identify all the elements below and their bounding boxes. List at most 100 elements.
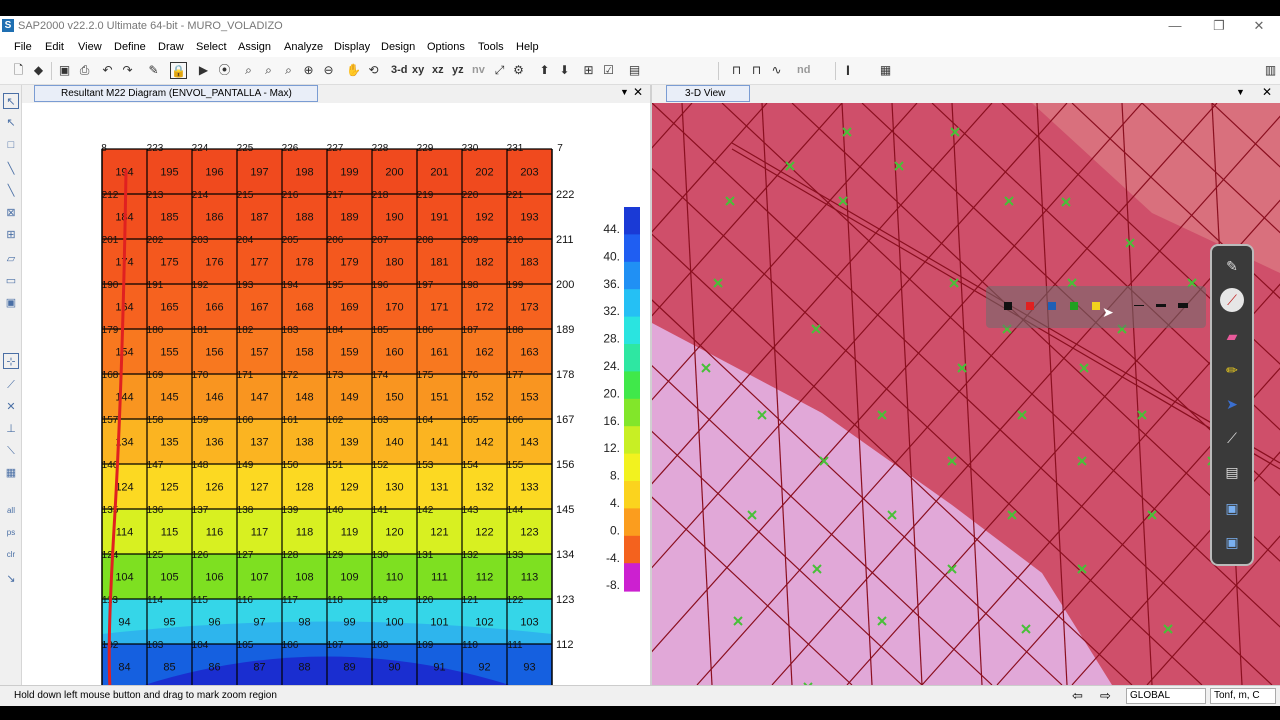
draw-grid-icon[interactable]: ⊞ — [3, 227, 19, 243]
menu-analyze[interactable]: Analyze — [284, 41, 323, 53]
pointer-icon[interactable]: ↖ — [3, 93, 19, 109]
color-swatch-green[interactable] — [1070, 302, 1078, 310]
menu-help[interactable]: Help — [516, 41, 539, 53]
pointer-tool-icon[interactable]: ➤ — [1220, 392, 1244, 416]
check-icon[interactable]: ☑ — [600, 62, 617, 79]
minimize-button[interactable]: — — [1160, 18, 1190, 34]
draw-frames-icon[interactable]: ⊓ — [748, 62, 765, 79]
draw-joint-icon[interactable]: □ — [3, 137, 19, 153]
menu-design[interactable]: Design — [381, 41, 415, 53]
right-pane-dropdown-icon[interactable]: ▼ — [1236, 87, 1245, 97]
previous-select-icon[interactable]: ps — [3, 525, 19, 541]
color-swatch-yellow[interactable] — [1092, 302, 1100, 310]
medium-line-option[interactable] — [1156, 304, 1166, 307]
toolbar-overflow-icon[interactable]: ▥ — [1262, 62, 1279, 79]
open-file-icon[interactable]: ◆ — [30, 62, 47, 79]
zoom-restore-icon[interactable]: ⌕ — [260, 62, 277, 79]
print-icon[interactable]: ⎙ — [76, 62, 93, 79]
menu-assign[interactable]: Assign — [238, 41, 271, 53]
left-pane-dropdown-icon[interactable]: ▼ — [620, 87, 629, 97]
3d-view-pane[interactable] — [652, 103, 1280, 685]
view-nv-button[interactable]: nv — [472, 64, 485, 76]
select-icon[interactable]: ⊹ — [3, 353, 19, 369]
save-icon[interactable]: ▣ — [56, 62, 73, 79]
whiteboard-icon[interactable]: ✎ — [1220, 254, 1244, 278]
close-window-button[interactable]: ✕ — [1244, 18, 1274, 34]
redo-icon[interactable]: ↷ — [119, 62, 136, 79]
menu-select[interactable]: Select — [196, 41, 227, 53]
intersect-icon[interactable]: ✕ — [3, 399, 19, 415]
view-3d-button[interactable]: 3-d — [391, 64, 408, 76]
nd-button[interactable]: nd — [797, 64, 810, 76]
view-xy-button[interactable]: xy — [412, 64, 424, 76]
zoom-window-icon[interactable]: ⌕ — [240, 62, 257, 79]
zoom-in-icon[interactable]: ⊕ — [300, 62, 317, 79]
pan-icon[interactable]: ✋ — [345, 62, 362, 79]
menu-edit[interactable]: Edit — [45, 41, 64, 53]
run-analysis-icon[interactable]: ▶ — [195, 62, 212, 79]
tab-3d-view[interactable]: 3-D View — [666, 85, 750, 102]
menu-view[interactable]: View — [78, 41, 102, 53]
thin-line-option[interactable] — [1134, 305, 1144, 306]
draw-line-icon[interactable]: ╲ — [3, 161, 19, 177]
snap-grid-icon[interactable]: ▦ — [3, 465, 19, 481]
zoom-full-icon[interactable]: ⌕ — [280, 62, 297, 79]
clear-select-icon[interactable]: clr — [3, 547, 19, 563]
previous-arrow-icon[interactable]: ⇦ — [1072, 688, 1083, 704]
run-now-icon[interactable]: ⦿ — [216, 62, 233, 79]
color-swatch-blue[interactable] — [1048, 302, 1056, 310]
m22-diagram-pane[interactable]: 194 195 196 197 198 199 200 201 202 203 212 213 214 2… — [22, 103, 650, 697]
menu-tools[interactable]: Tools — [478, 41, 504, 53]
next-arrow-icon[interactable]: ⇨ — [1100, 688, 1111, 704]
snap-mid-icon[interactable]: ⟍ — [3, 443, 19, 459]
menu-file[interactable]: File — [14, 41, 32, 53]
down-arrow-icon[interactable]: ⬇ — [556, 62, 573, 79]
up-arrow-icon[interactable]: ⬆ — [536, 62, 553, 79]
draw-rect-icon[interactable]: ▭ — [3, 273, 19, 289]
screen-capture-icon[interactable]: ▣ — [1220, 496, 1244, 520]
draw-brace-icon[interactable]: ⊠ — [3, 205, 19, 221]
menu-display[interactable]: Display — [334, 41, 370, 53]
snap-icon[interactable]: ⊥ — [3, 421, 19, 437]
table-icon[interactable]: ▦ — [877, 62, 894, 79]
thick-line-option[interactable] — [1178, 303, 1188, 308]
display-options-icon[interactable]: ▤ — [626, 62, 643, 79]
new-file-icon[interactable]: 🗋 — [10, 62, 27, 79]
left-pane-close-icon[interactable]: ✕ — [633, 85, 643, 99]
highlighter-icon[interactable]: ✏ — [1220, 358, 1244, 382]
coord-system-select[interactable]: GLOBAL — [1126, 688, 1206, 704]
undo-icon[interactable]: ↶ — [99, 62, 116, 79]
draw-curve-icon[interactable]: ∿ — [768, 62, 785, 79]
color-swatch-red[interactable] — [1026, 302, 1034, 310]
menu-draw[interactable]: Draw — [158, 41, 184, 53]
perspective-icon[interactable]: ⤢ — [491, 62, 508, 79]
restore-button[interactable]: ❐ — [1204, 18, 1234, 34]
lock-icon[interactable]: 🔒 — [170, 62, 187, 79]
select-poly-icon[interactable]: ⟋ — [3, 377, 19, 393]
tab-m22-diagram[interactable]: Resultant M22 Diagram (ENVOL_PANTALLA - … — [34, 85, 318, 102]
keyboard-icon[interactable]: ▤ — [1220, 460, 1244, 484]
reshape-icon[interactable]: ↖ — [3, 115, 19, 131]
view-xz-button[interactable]: xz — [432, 64, 444, 76]
grid-select-icon[interactable]: ⊞ — [580, 62, 597, 79]
units-select[interactable]: Tonf, m, C — [1210, 688, 1276, 704]
refresh-icon[interactable]: ✎ — [145, 62, 162, 79]
close-screen-icon[interactable]: ▣ — [1220, 530, 1244, 554]
draw-frame-icon[interactable]: ⊓ — [728, 62, 745, 79]
menu-define[interactable]: Define — [114, 41, 146, 53]
select-all-icon[interactable]: all — [3, 503, 19, 519]
eraser-icon[interactable]: ▰ — [1220, 324, 1244, 348]
pointer-dropdown-icon[interactable]: ↘ — [3, 571, 19, 587]
text-tool-button[interactable]: I — [846, 62, 850, 78]
rotate-icon[interactable]: ⟲ — [365, 62, 382, 79]
color-swatch-black[interactable] — [1004, 302, 1012, 310]
draw-area-icon[interactable]: ▱ — [3, 251, 19, 267]
zoom-out-icon[interactable]: ⊖ — [320, 62, 337, 79]
pen-icon[interactable]: ⟋ — [1220, 288, 1244, 312]
draw-frame-tool-icon[interactable]: ╲ — [3, 183, 19, 199]
set-display-icon[interactable]: ⚙ — [510, 62, 527, 79]
draw-solid-icon[interactable]: ▣ — [3, 295, 19, 311]
view-yz-button[interactable]: yz — [452, 64, 464, 76]
menu-options[interactable]: Options — [427, 41, 465, 53]
right-pane-close-icon[interactable]: ✕ — [1262, 85, 1272, 99]
